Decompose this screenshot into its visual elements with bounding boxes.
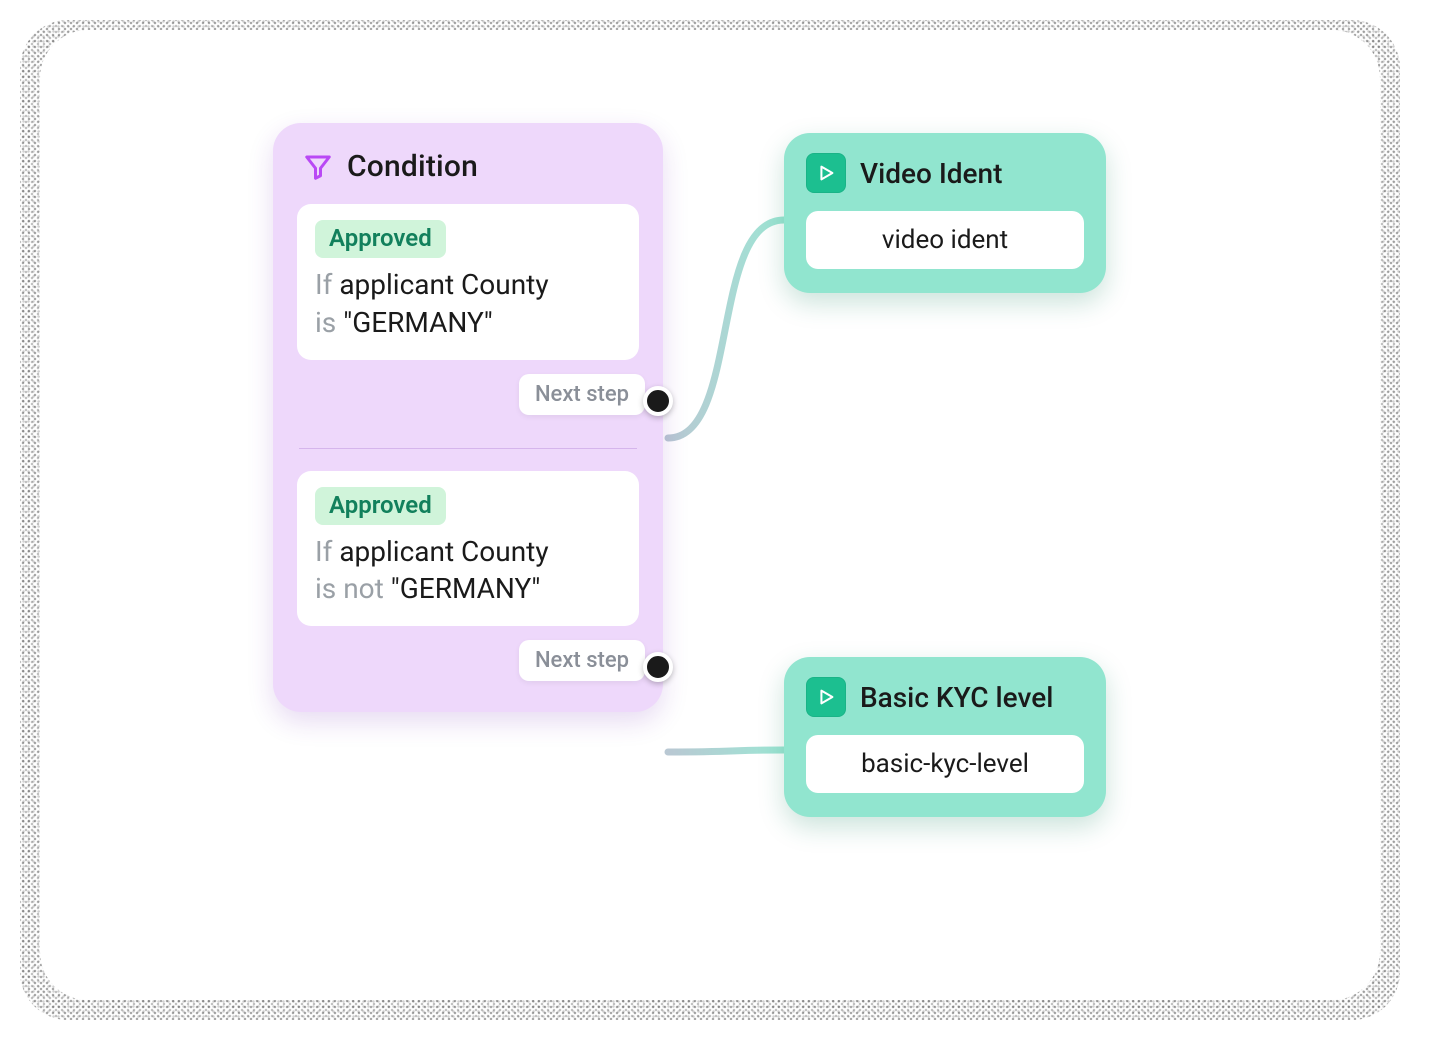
workflow-canvas[interactable]: Condition Approved If applicant County i… [40, 30, 1380, 1000]
rule-operator: is [315, 306, 336, 339]
next-step-row: Next step [297, 374, 639, 428]
condition-rule[interactable]: Approved If applicant County is not "GER… [297, 471, 639, 627]
diagram-card: Condition Approved If applicant County i… [40, 30, 1380, 1000]
action-header: Basic KYC level [806, 677, 1084, 717]
rule-divider [299, 448, 637, 449]
next-step-label[interactable]: Next step [519, 374, 645, 415]
connector-rule2-to-basic [668, 750, 784, 752]
play-icon [806, 153, 846, 193]
rule-value: "GERMANY" [343, 306, 493, 339]
status-badge: Approved [315, 487, 446, 525]
next-step-row: Next step [297, 640, 639, 694]
rule-expression: If applicant County is not "GERMANY" [315, 533, 621, 609]
condition-header: Condition [297, 149, 639, 184]
play-icon [806, 677, 846, 717]
rule-prefix: If [315, 268, 332, 301]
action-title: Basic KYC level [860, 681, 1053, 714]
output-port[interactable] [643, 652, 673, 682]
status-badge: Approved [315, 220, 446, 258]
rule-expression: If applicant County is "GERMANY" [315, 266, 621, 342]
diagram-stage: Condition Approved If applicant County i… [0, 0, 1440, 1058]
rule-subject: applicant County [339, 268, 548, 301]
rule-operator: is not [315, 572, 384, 605]
condition-rule[interactable]: Approved If applicant County is "GERMANY… [297, 204, 639, 360]
action-header: Video Ident [806, 153, 1084, 193]
condition-node[interactable]: Condition Approved If applicant County i… [273, 123, 663, 712]
connectors-layer [40, 30, 1380, 1000]
action-value: video ident [806, 211, 1084, 269]
rule-subject: applicant County [339, 535, 548, 568]
next-step-label[interactable]: Next step [519, 640, 645, 681]
action-title: Video Ident [860, 157, 1002, 190]
output-port[interactable] [643, 386, 673, 416]
action-node-video-ident[interactable]: Video Ident video ident [784, 133, 1106, 293]
funnel-icon [303, 152, 333, 182]
action-node-basic-kyc[interactable]: Basic KYC level basic-kyc-level [784, 657, 1106, 817]
action-value: basic-kyc-level [806, 735, 1084, 793]
condition-title: Condition [347, 149, 478, 184]
rule-prefix: If [315, 535, 332, 568]
rule-value: "GERMANY" [391, 572, 541, 605]
connector-rule1-to-video [668, 220, 784, 438]
